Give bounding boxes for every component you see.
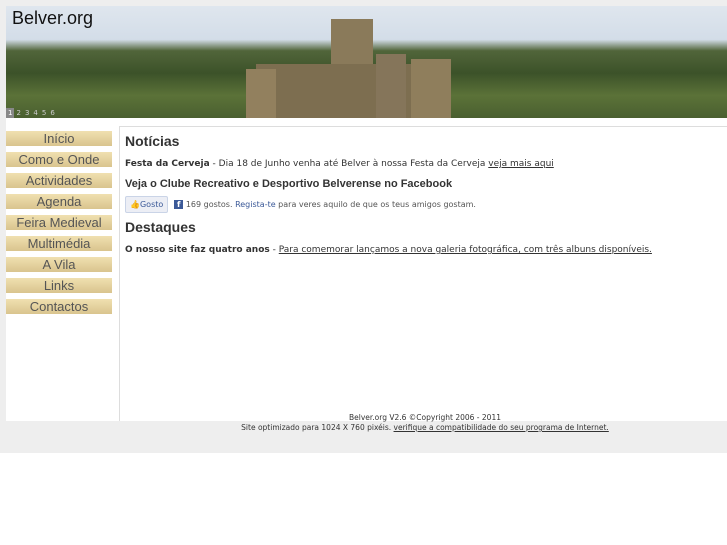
nav-contactos[interactable]: Contactos [6, 299, 112, 314]
news-title: Notícias [125, 133, 180, 149]
nav-agenda[interactable]: Agenda [6, 194, 112, 209]
news-item-text: - Dia 18 de Junho venha até Belver à nos… [209, 159, 489, 169]
compat-link[interactable]: verifique a compatibilidade do seu progr… [394, 423, 609, 432]
slide-4[interactable]: 4 [31, 108, 39, 118]
register-link[interactable]: Regista-te [235, 200, 276, 209]
like-label: Gosto [139, 200, 164, 209]
slide-3[interactable]: 3 [23, 108, 31, 118]
slide-6[interactable]: 6 [48, 108, 56, 118]
highlight-link[interactable]: Para comemorar lançamos a nova galeria f… [279, 245, 652, 255]
slide-pager: 1 2 3 4 5 6 [6, 108, 57, 118]
sidebar-nav: Início Como e Onde Actividades Agenda Fe… [6, 131, 112, 320]
main-content: Notícias Festa da Cerveja - Dia 18 de Ju… [119, 126, 727, 421]
separator: - [269, 245, 279, 255]
nav-feira-medieval[interactable]: Feira Medieval [6, 215, 112, 230]
copyright: Belver.org V2.6 ©Copyright 2006 - 2011 [349, 413, 501, 422]
thumbs-up-icon: 👍 [130, 200, 140, 209]
nav-actividades[interactable]: Actividades [6, 173, 112, 188]
slide-5[interactable]: 5 [40, 108, 48, 118]
news-item-title: Festa da Cerveja [125, 159, 210, 169]
highlights-title: Destaques [125, 219, 196, 235]
nav-como-e-onde[interactable]: Como e Onde [6, 152, 112, 167]
slide-1[interactable]: 1 [6, 108, 15, 118]
facebook-heading: Veja o Clube Recreativo e Desportivo Bel… [125, 178, 453, 190]
slide-2[interactable]: 2 [14, 108, 22, 118]
highlight-item: O nosso site faz quatro anos - Para come… [125, 245, 722, 255]
banner: Belver.org 1 2 3 4 5 6 [6, 6, 727, 118]
news-item-link[interactable]: veja mais aqui [488, 159, 554, 169]
like-text: para veres aquilo de que os teus amigos … [275, 200, 476, 209]
highlight-item-title: O nosso site faz quatro anos [125, 245, 270, 255]
optimization-note: Site optimizado para 1024 X 760 pixéis. … [0, 423, 727, 432]
facebook-like-box: 👍Gosto f 169 gostos. Regista-te para ver… [125, 196, 722, 213]
nav-links[interactable]: Links [6, 278, 112, 293]
nav-multimedia[interactable]: Multimédia [6, 236, 112, 251]
castle-image [246, 19, 451, 118]
like-count: 169 gostos. [185, 200, 233, 209]
facebook-icon: f [174, 200, 184, 209]
like-button[interactable]: 👍Gosto [125, 196, 169, 213]
optimized-text: Site optimizado para 1024 X 760 pixéis. [241, 423, 394, 432]
nav-a-vila[interactable]: A Vila [6, 257, 112, 272]
news-item: Festa da Cerveja - Dia 18 de Junho venha… [125, 159, 722, 169]
site-logo[interactable]: Belver.org [12, 8, 93, 29]
nav-inicio[interactable]: Início [6, 131, 112, 146]
